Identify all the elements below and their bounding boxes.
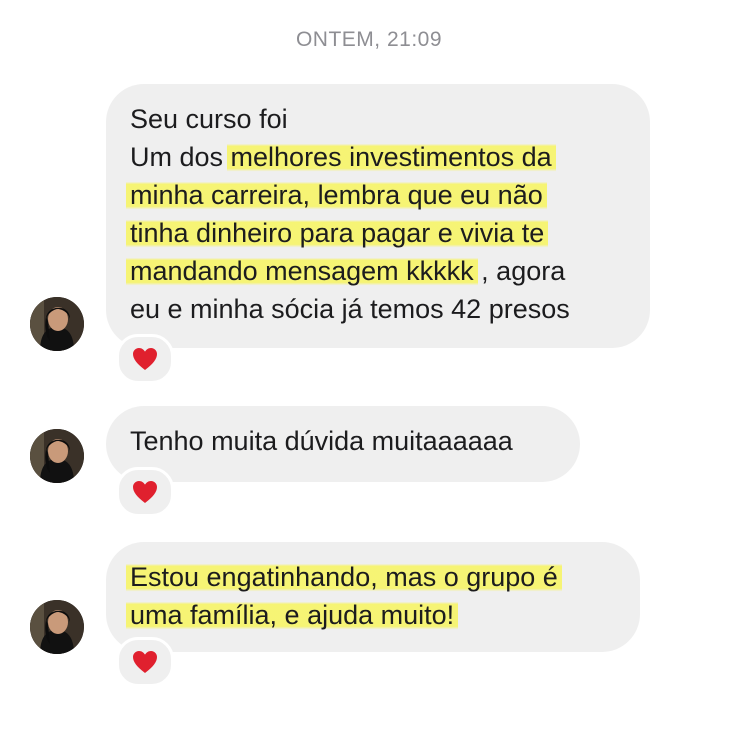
message-line: Tenho muita dúvida muitaaaaaa <box>130 422 556 460</box>
avatar-photo <box>30 297 84 351</box>
heart-reaction[interactable] <box>116 334 174 384</box>
message-line: uma família, e ajuda muito! <box>126 596 616 634</box>
message-line: Um dos melhores investimentos da <box>130 138 626 176</box>
message-bubble[interactable]: Estou engatinhando, mas o grupo é uma fa… <box>106 542 640 652</box>
avatar-photo <box>30 600 84 654</box>
avatar[interactable] <box>30 600 84 654</box>
message-line: minha carreira, lembra que eu não <box>126 176 626 214</box>
highlighted-text: minha carreira, lembra que eu não <box>126 180 547 210</box>
message-line: mandando mensagem kkkkk , agora <box>126 252 626 290</box>
red-heart-icon <box>133 348 157 370</box>
message-bubble[interactable]: Tenho muita dúvida muitaaaaaa <box>106 406 580 482</box>
message-line: eu e minha sócia já temos 42 presos <box>130 290 626 328</box>
message-bubble[interactable]: Seu curso foi Um dos melhores investimen… <box>106 84 650 348</box>
highlighted-text: mandando mensagem kkkkk <box>126 256 478 286</box>
heart-reaction[interactable] <box>116 467 174 517</box>
heart-reaction[interactable] <box>116 637 174 687</box>
highlighted-text: tinha dinheiro para pagar e vivia te <box>126 218 549 248</box>
message-text: Um dos <box>130 142 231 172</box>
red-heart-icon <box>133 481 157 503</box>
avatar[interactable] <box>30 429 84 483</box>
message-text: Tenho muita dúvida muitaaaaaa <box>130 426 513 456</box>
highlighted-text: melhores investimentos da <box>226 142 556 172</box>
message-text: Seu curso foi <box>130 104 288 134</box>
message-text: , agora <box>473 256 566 286</box>
message-line: tinha dinheiro para pagar e vivia te <box>126 214 626 252</box>
highlighted-text: Estou engatinhando, mas o grupo é <box>126 562 562 592</box>
message-line: Estou engatinhando, mas o grupo é <box>126 558 616 596</box>
message-text: eu e minha sócia já temos 42 presos <box>130 294 570 324</box>
highlighted-text: uma família, e ajuda muito! <box>126 600 459 630</box>
message-line: Seu curso foi <box>130 100 626 138</box>
avatar[interactable] <box>30 297 84 351</box>
avatar-photo <box>30 429 84 483</box>
red-heart-icon <box>133 651 157 673</box>
timestamp: ONTEM, 21:09 <box>295 28 443 51</box>
